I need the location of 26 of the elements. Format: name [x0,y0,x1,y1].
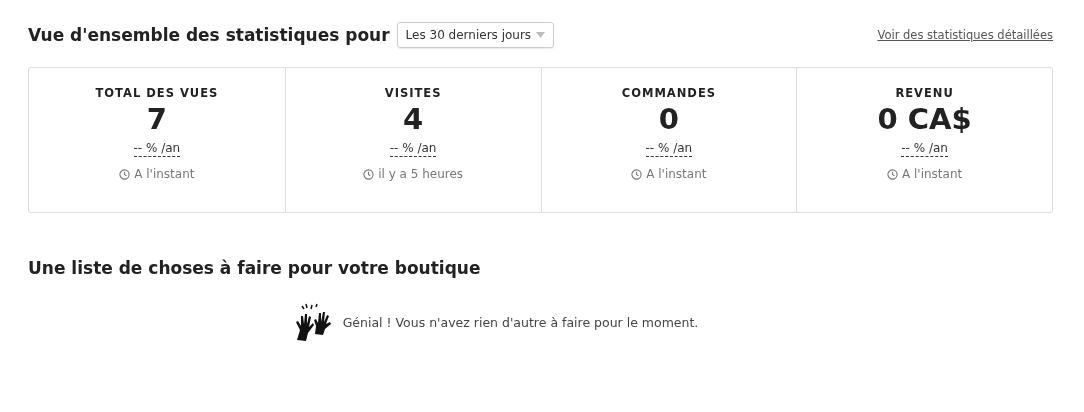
stat-label: COMMANDES [621,86,717,100]
stat-change: -- % /an [645,141,693,157]
clock-icon [631,168,643,180]
stat-label: TOTAL DES VUES [95,86,219,100]
section-title: Vue d'ensemble des statistiques pour [28,25,390,45]
clock-icon [887,168,898,180]
stat-change: -- % /an [389,141,437,157]
stat-value: 4 [403,102,424,136]
stat-updated: A l'instant [134,167,195,181]
stat-label: REVENU [895,86,954,100]
stat-value: 0 [658,102,679,136]
period-select[interactable]: Les 30 derniers jours [396,22,555,48]
stat-label: VISITES [384,86,442,100]
stat-value: 0 CA$ [877,102,972,136]
stat-updated: il y a 5 heures [378,167,464,181]
stat-updated: A l'instant [646,167,707,181]
detailed-stats-link[interactable]: Voir des statistiques détaillées [877,28,1053,42]
stat-change: -- % /an [901,141,948,157]
stat-value: 7 [146,102,167,136]
stat-change: -- % /an [133,141,181,157]
todo-title: Une liste de choses à faire pour votre boutique [28,258,482,278]
todo-message: Génial ! Vous n'avez rien d'autre à faire pour le moment. [342,314,699,330]
clock-icon [363,168,375,180]
caret-icon [536,32,546,38]
stat-updated: A l'instant [902,167,963,181]
clock-icon [119,168,131,180]
